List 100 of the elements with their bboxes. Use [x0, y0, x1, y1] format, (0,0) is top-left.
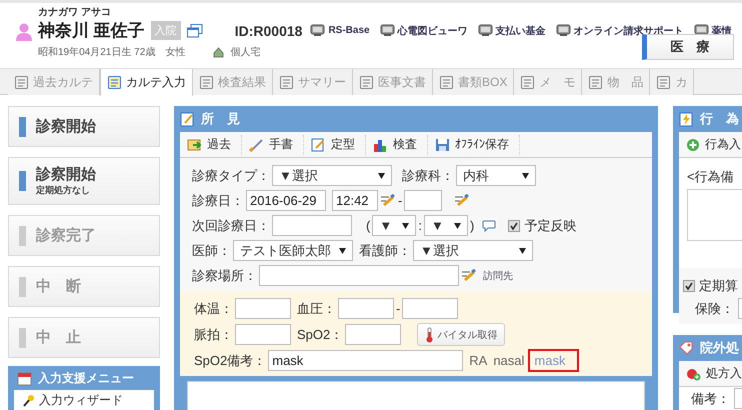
brush-icon [249, 138, 264, 152]
nurse-select[interactable]: ▼選択 [413, 240, 533, 261]
department-select[interactable]: 内科 [456, 165, 536, 186]
field-label: 診療科： [402, 166, 454, 184]
monitor-icon [380, 24, 395, 37]
paren: ) [470, 218, 474, 233]
residence: 個人宅 [230, 46, 260, 59]
tab-icon [656, 74, 672, 90]
thermometer-icon [425, 326, 434, 342]
place-field[interactable] [259, 265, 459, 286]
visit-type-select[interactable]: ▼選択 [272, 165, 392, 186]
tab-icon [107, 75, 122, 90]
exam-button[interactable]: 診察開始 [8, 106, 160, 147]
windows-icon[interactable] [186, 24, 203, 38]
caret-icon [519, 248, 526, 254]
pressure-field[interactable] [338, 298, 394, 319]
field-label: 脈拍： [194, 326, 233, 344]
field-label: 血圧： [297, 300, 336, 318]
end-time-field[interactable] [404, 190, 442, 211]
pen-icon[interactable] [380, 194, 396, 207]
notepad-icon [180, 112, 195, 126]
temperature-field[interactable] [235, 298, 291, 319]
field-label: 医師： [192, 242, 231, 260]
caret-icon [402, 222, 410, 228]
toolbar-button[interactable]: 手書 [242, 134, 304, 154]
field-label: 看護師： [359, 242, 411, 260]
action-note-area[interactable] [687, 189, 742, 241]
birth-info: 昭和19年04月21日生 72歳 女性 [38, 46, 186, 59]
tab-icon [520, 74, 536, 90]
monitor-icon [694, 24, 709, 37]
quick-note-link[interactable]: nasal [493, 353, 524, 368]
reflect-checkbox[interactable] [508, 220, 520, 232]
visit-place-link[interactable]: 訪問先 [483, 268, 513, 282]
periodic-checkbox[interactable] [683, 280, 695, 292]
time-field[interactable]: 12:42 [332, 190, 378, 211]
toolbar-button[interactable]: 過去 [180, 134, 242, 154]
caret-icon [522, 172, 529, 178]
pulse-field[interactable] [235, 324, 291, 345]
header-link[interactable]: 支払い基金 [478, 24, 546, 38]
hour-select[interactable]: ▼ [372, 215, 416, 236]
menu-title: 入力支援メニュー [38, 370, 134, 386]
monitor-icon [478, 24, 493, 37]
calendar-icon [17, 370, 32, 386]
lightning-note-icon [679, 112, 694, 126]
tab-icon [199, 74, 214, 90]
tab[interactable]: カルテ入力 [100, 69, 193, 96]
next-date-field[interactable] [272, 215, 352, 236]
panel-title: 院外処 [700, 339, 739, 357]
panel-title: 行 為 [700, 110, 739, 128]
spo2-note-field[interactable]: mask [268, 350, 464, 371]
floppy-icon [435, 138, 450, 152]
quick-note-link[interactable]: RA [469, 353, 488, 368]
pen-icon[interactable] [461, 269, 477, 282]
caret-icon [378, 172, 385, 178]
minute-select[interactable]: ▼ [424, 215, 468, 236]
paren: ( [366, 218, 370, 233]
toolbar-button[interactable]: 検査 [366, 134, 428, 154]
wand-icon [22, 394, 35, 406]
field-label: 保険： [695, 300, 734, 318]
monitor-icon [556, 24, 571, 37]
exam-button[interactable]: 診察開始 定期処方なし [8, 157, 160, 205]
bar-chart-icon [373, 138, 388, 152]
checkbox-label: 定期算 [699, 276, 738, 294]
tab-icon [439, 74, 454, 90]
tab-icon [279, 74, 294, 90]
checkbox-label: 予定反映 [524, 216, 576, 234]
pill-plus-icon [686, 366, 701, 380]
vital-fetch-button[interactable]: バイタル取得 [417, 323, 506, 346]
speech-bubble-icon[interactable] [482, 220, 496, 232]
patient-name: 神奈川 亜佐子 [38, 20, 145, 42]
field-label: 診療タイプ： [192, 166, 270, 184]
menu-item[interactable]: 入力ウィザード [14, 390, 154, 410]
pen-icon[interactable] [454, 194, 470, 207]
field-label: 備考： [691, 390, 730, 408]
pressure-field[interactable] [402, 298, 458, 319]
caret-icon [454, 222, 461, 228]
toolbar-button[interactable]: 定型 [304, 134, 366, 154]
header-link[interactable]: RS-Base [310, 24, 370, 37]
caret-icon [339, 248, 346, 254]
notepad-icon [311, 138, 326, 152]
tab-icon [588, 74, 604, 90]
colon: : [418, 218, 422, 233]
separator: - [398, 193, 402, 208]
mode-button[interactable]: 医 療 [642, 34, 734, 60]
header-link[interactable]: 心電図ビューワ [380, 24, 468, 38]
plus-circle-icon [686, 138, 700, 152]
person-icon [16, 23, 32, 41]
spo2-field[interactable] [345, 324, 402, 345]
field-label: SpO2備考： [194, 352, 266, 370]
separator: - [396, 301, 400, 316]
field-label: 診察場所： [192, 266, 257, 284]
date-field[interactable]: 2016-06-29 [246, 190, 326, 211]
toolbar-button[interactable]: ｵﾌﾗｲﾝ保存 [428, 134, 520, 154]
doctor-select[interactable]: テスト医師太郎 [233, 240, 353, 261]
panel-title: 所 見 [201, 110, 240, 128]
field-label: 次回診療日： [192, 216, 270, 234]
patient-id: ID:R00018 [234, 22, 302, 38]
field-label: <行為備 [687, 168, 735, 186]
monitor-icon [310, 24, 326, 37]
patient-kana: カナガワ アサコ [38, 6, 112, 19]
